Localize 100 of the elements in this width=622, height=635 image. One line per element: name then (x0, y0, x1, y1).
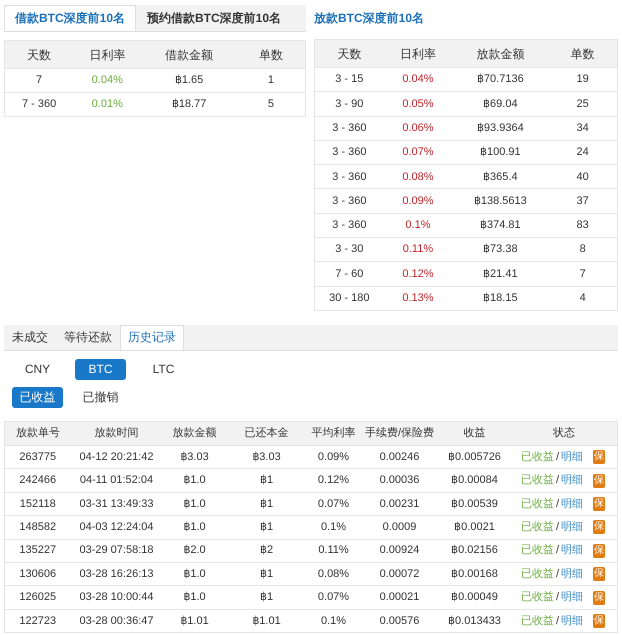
table-cell: ฿2 (260, 544, 274, 556)
status-text: 已收益 (520, 614, 554, 629)
table-cell: 0.06% (402, 122, 434, 134)
separator-text: / (556, 473, 559, 488)
table-cell: 0.12% (318, 474, 350, 486)
insurance-badge: 保 (593, 520, 605, 534)
table-cell: ฿1.0 (183, 521, 206, 534)
detail-link[interactable]: 明细 (561, 496, 583, 512)
table-cell: ฿1.0 (183, 591, 206, 604)
table-cell: ฿1.01 (252, 614, 281, 627)
status-text: 已收益 (520, 590, 554, 606)
tab[interactable]: 历史记录 (120, 324, 184, 350)
table-cell: 7 (580, 268, 586, 280)
table-cell: 0.1% (320, 521, 346, 534)
table-cell: ฿374.81 (480, 219, 521, 232)
table-cell: 5 (268, 98, 274, 110)
column-header: 单数 (258, 48, 283, 62)
table-cell: ฿1.0 (183, 474, 206, 486)
table-cell: ฿70.7136 (476, 73, 524, 86)
table-cell: ฿0.00049 (451, 591, 498, 604)
insurance-badge: 保 (593, 544, 605, 558)
table-cell: 263775 (19, 450, 56, 463)
detail-link[interactable]: 明细 (561, 542, 583, 559)
separator-text: / (556, 496, 559, 512)
table-cell: 126025 (19, 591, 56, 604)
table-cell: 0.09% (402, 194, 434, 207)
table-cell: ฿0.013433 (448, 614, 501, 627)
tab[interactable]: 等待还款 (56, 324, 120, 350)
table-cell: 0.05% (402, 98, 434, 110)
tab[interactable]: 借款BTC深度前10名 (4, 5, 136, 31)
table-cell: 0.00246 (380, 450, 420, 463)
filter-button[interactable]: 已撤销 (75, 386, 126, 408)
table-cell: 03-28 10:00:44 (79, 591, 154, 604)
detail-link[interactable]: 明细 (561, 566, 583, 582)
table-cell: 3 - 360 (332, 170, 366, 183)
detail-link[interactable]: 明细 (561, 612, 583, 630)
currency-button[interactable]: BTC (75, 358, 126, 380)
column-header: 日利率 (89, 48, 126, 62)
table-cell: ฿0.005726 (448, 450, 501, 463)
table-cell: ฿3.03 (252, 450, 281, 463)
table-cell: ฿1 (260, 521, 274, 534)
table-cell: 122723 (19, 614, 56, 627)
table-cell: ฿0.00539 (451, 498, 498, 510)
table-cell: ฿365.4 (483, 170, 518, 183)
tab[interactable]: 预约借款BTC深度前10名 (136, 5, 292, 31)
column-header: 手续费/保险费 (364, 427, 434, 440)
filter-button[interactable]: 已收益 (12, 386, 63, 408)
table-cell: ฿100.91 (480, 146, 521, 158)
table-cell: ฿21.41 (483, 268, 518, 280)
table-cell: 0.11% (402, 243, 434, 256)
column-header: 状态 (552, 427, 575, 440)
table-cell: ฿138.5613 (474, 194, 527, 207)
table-cell: 0.00072 (380, 568, 420, 580)
insurance-badge: 保 (593, 496, 605, 511)
column-header: 单数 (570, 46, 595, 60)
table-cell: ฿0.00168 (451, 568, 498, 580)
table-cell: ฿2.0 (183, 544, 206, 556)
table-cell: ฿73.38 (483, 243, 518, 256)
table-cell: 3 - 360 (332, 194, 366, 207)
table-cell: 3 - 15 (335, 73, 364, 86)
insurance-badge: 保 (593, 567, 605, 582)
table-cell: 0.08% (402, 170, 434, 183)
table-cell: 242466 (19, 474, 56, 486)
table-cell: 04-11 01:52:04 (80, 474, 154, 486)
insurance-badge: 保 (593, 614, 605, 628)
table-cell: 40 (576, 170, 589, 183)
section-title: 放款BTC深度前10名 (314, 10, 424, 27)
detail-link[interactable]: 明细 (561, 519, 583, 536)
status-text: 已收益 (520, 543, 554, 558)
table-cell: 0.08% (318, 568, 350, 580)
column-header: 收益 (464, 427, 486, 440)
table-cell: ฿18.77 (172, 98, 206, 110)
table-cell: 4 (580, 292, 586, 304)
table-cell: ฿0.02156 (451, 544, 498, 556)
table-cell: 0.01% (92, 98, 123, 110)
currency-button[interactable]: LTC (138, 358, 189, 380)
insurance-badge: 保 (593, 474, 605, 488)
table-cell: 0.07% (318, 591, 350, 604)
currency-button[interactable]: CNY (12, 358, 63, 380)
detail-link[interactable]: 明细 (561, 472, 583, 489)
tab[interactable]: 未成交 (4, 324, 56, 350)
table-cell: 7 - 60 (335, 268, 364, 280)
column-header: 天数 (27, 48, 52, 62)
table-cell: 7 (36, 74, 42, 86)
column-header: 放款金额 (476, 46, 524, 60)
table-cell: 152118 (20, 498, 56, 510)
detail-link[interactable]: 明细 (561, 448, 583, 466)
table-cell: 30 - 180 (329, 292, 370, 304)
separator-text: / (556, 590, 559, 606)
detail-link[interactable]: 明细 (561, 589, 583, 606)
table-cell: ฿1.65 (174, 74, 204, 86)
table-cell: 0.04% (92, 74, 123, 86)
table-cell: ฿1 (260, 498, 274, 510)
table-cell: ฿1 (260, 591, 274, 604)
column-header: 借款金额 (165, 48, 214, 62)
table-cell: 0.00231 (380, 498, 420, 510)
table-cell: 0.07% (318, 498, 350, 510)
status-text: 已收益 (520, 473, 554, 488)
table-cell: 3 - 90 (335, 98, 364, 110)
column-header: 已还本金 (244, 427, 288, 440)
